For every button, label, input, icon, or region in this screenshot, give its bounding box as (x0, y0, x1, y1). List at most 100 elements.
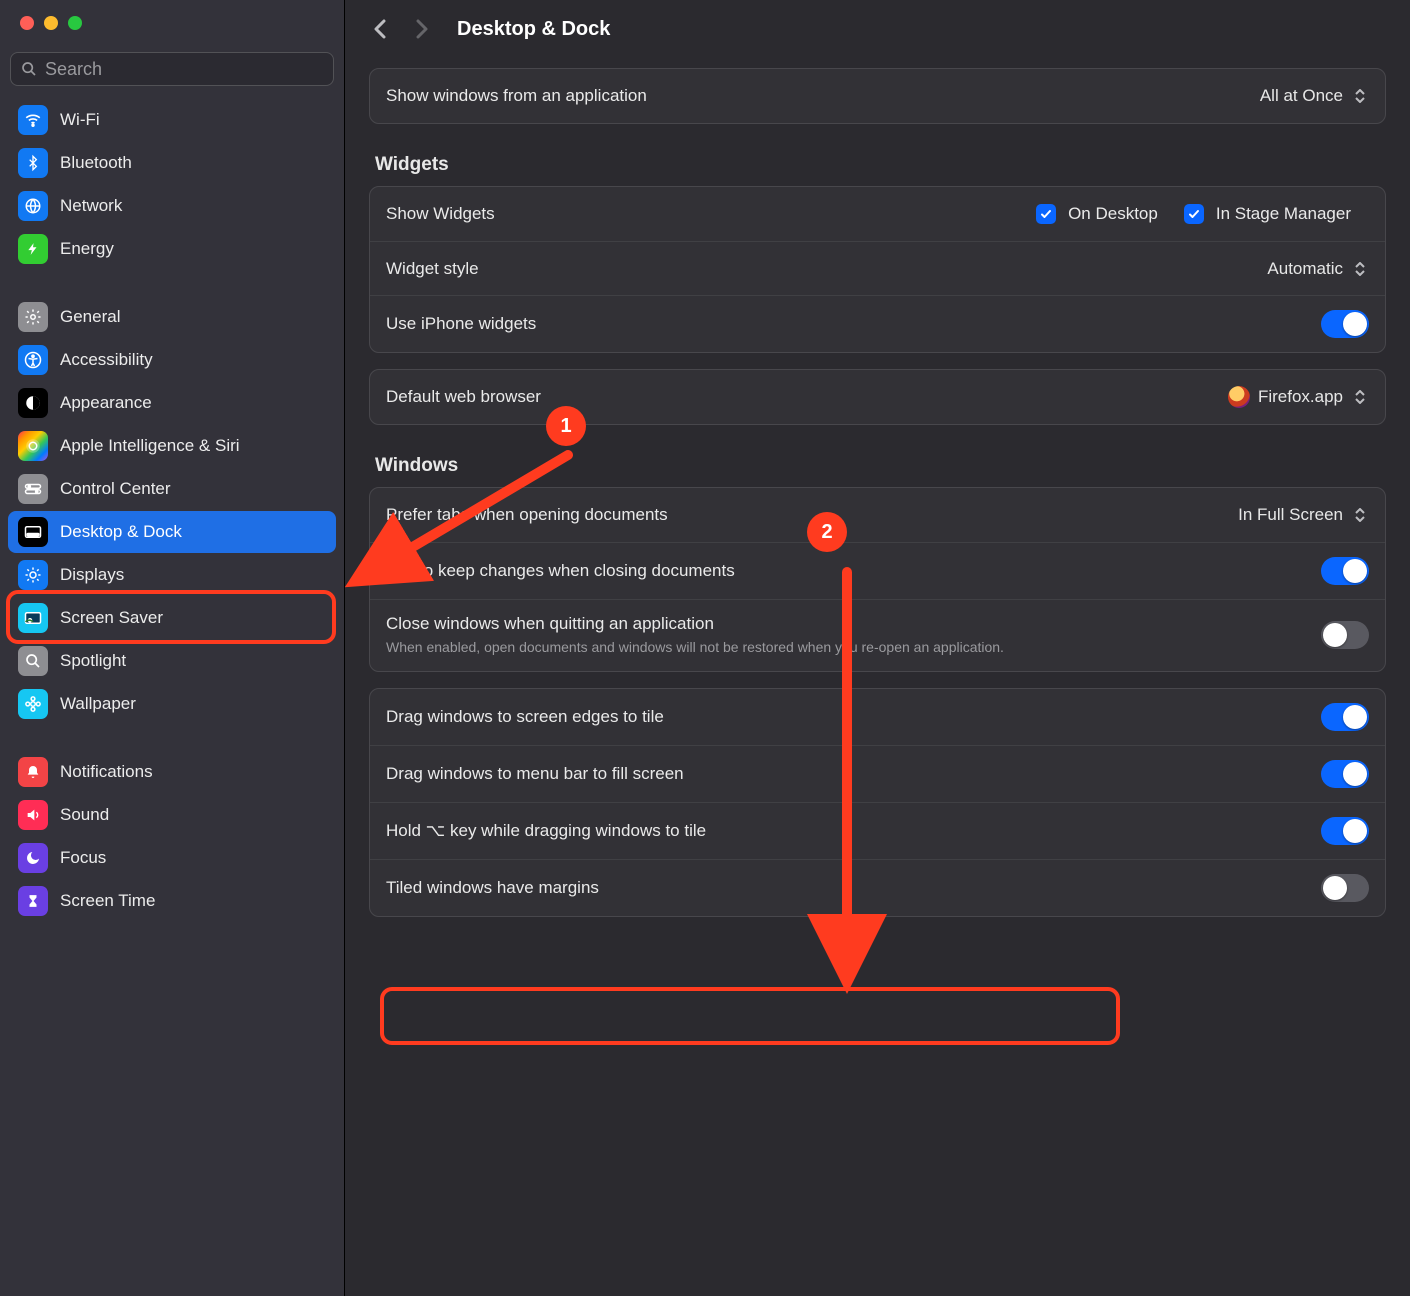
sidebar-item-label: Sound (60, 805, 109, 825)
hourglass-icon (18, 886, 48, 916)
sidebar-item-appearance[interactable]: Appearance (8, 382, 336, 424)
sidebar-item-focus[interactable]: Focus (8, 837, 336, 879)
sidebar-item-label: Energy (60, 239, 114, 259)
sidebar-item-notifications[interactable]: Notifications (8, 751, 336, 793)
accessibility-icon (18, 345, 48, 375)
sidebar-item-network[interactable]: Network (8, 185, 336, 227)
sidebar-item-label: Screen Saver (60, 608, 163, 628)
row-show-windows-from-app: Show windows from an application All at … (370, 69, 1385, 123)
sidebar-item-displays[interactable]: Displays (8, 554, 336, 596)
card-windows-1: Prefer tabs when opening documents In Fu… (369, 487, 1386, 672)
sidebar-item-label: Wallpaper (60, 694, 136, 714)
bolt-icon (18, 234, 48, 264)
sidebar-item-bluetooth[interactable]: Bluetooth (8, 142, 336, 184)
sidebar-item-ai-siri[interactable]: Apple Intelligence & Siri (8, 425, 336, 467)
sound-icon (18, 800, 48, 830)
section-windows: Windows (375, 455, 1380, 477)
sidebar-item-label: Wi-Fi (60, 110, 100, 130)
flower-icon (18, 689, 48, 719)
popup-default-browser[interactable]: Firefox.app (1228, 386, 1369, 408)
row-prefer-tabs: Prefer tabs when opening documents In Fu… (370, 488, 1385, 542)
sidebar-item-control-center[interactable]: Control Center (8, 468, 336, 510)
moon-icon (18, 843, 48, 873)
toggle-ask-keep-changes[interactable] (1321, 557, 1369, 585)
sidebar-item-label: Desktop & Dock (60, 522, 182, 542)
stepper-icon (1351, 508, 1369, 522)
siri-icon (18, 431, 48, 461)
popup-widget-style[interactable]: Automatic (1267, 259, 1369, 279)
section-widgets: Widgets (375, 154, 1380, 176)
stepper-icon (1351, 89, 1369, 103)
row-widget-style: Widget style Automatic (370, 241, 1385, 295)
switches-icon (18, 474, 48, 504)
sun-icon (18, 560, 48, 590)
bluetooth-icon (18, 148, 48, 178)
nav-forward-button[interactable] (407, 14, 437, 44)
sidebar-item-screen-time[interactable]: Screen Time (8, 880, 336, 922)
screensaver-icon (18, 603, 48, 633)
sidebar-item-label: Notifications (60, 762, 153, 782)
gear-icon (18, 302, 48, 332)
sidebar-item-accessibility[interactable]: Accessibility (8, 339, 336, 381)
search-input[interactable] (10, 52, 334, 86)
sidebar-item-desktop-dock[interactable]: Desktop & Dock (8, 511, 336, 553)
toggle-close-on-quit[interactable] (1321, 621, 1369, 649)
sidebar-item-spotlight[interactable]: Spotlight (8, 640, 336, 682)
row-drag-menubar: Drag windows to menu bar to fill screen (370, 745, 1385, 802)
appearance-icon (18, 388, 48, 418)
row-ask-keep-changes: Ask to keep changes when closing documen… (370, 542, 1385, 599)
sidebar-item-general[interactable]: General (8, 296, 336, 338)
search-icon (18, 646, 48, 676)
page-title: Desktop & Dock (457, 18, 610, 41)
sidebar-item-screen-saver[interactable]: Screen Saver (8, 597, 336, 639)
sidebar-item-label: Bluetooth (60, 153, 132, 173)
checkbox-on-desktop[interactable] (1036, 204, 1056, 224)
nav-back-button[interactable] (365, 14, 395, 44)
sidebar-item-label: Spotlight (60, 651, 126, 671)
sidebar-item-label: Network (60, 196, 122, 216)
checkbox-in-stage-manager[interactable] (1184, 204, 1204, 224)
stepper-icon (1351, 390, 1369, 404)
sidebar-item-label: Displays (60, 565, 124, 585)
sidebar-item-sound[interactable]: Sound (8, 794, 336, 836)
popup-prefer-tabs[interactable]: In Full Screen (1238, 505, 1369, 525)
stepper-icon (1351, 262, 1369, 276)
checkbox-label: In Stage Manager (1216, 204, 1351, 224)
label: Show windows from an application (386, 86, 1260, 106)
row-show-widgets: Show Widgets On DesktopIn Stage Manager (370, 187, 1385, 241)
wifi-icon (18, 105, 48, 135)
toggle-drag-edges[interactable] (1321, 703, 1369, 731)
maximize-icon[interactable] (68, 16, 82, 30)
row-iphone-widgets: Use iPhone widgets (370, 295, 1385, 352)
minimize-icon[interactable] (44, 16, 58, 30)
content-area: Desktop & Dock Show windows from an appl… (345, 0, 1410, 1296)
row-hold-option: Hold ⌥ key while dragging windows to til… (370, 802, 1385, 859)
card-default-browser: Default web browser Firefox.app (369, 369, 1386, 425)
toggle-hold-option[interactable] (1321, 817, 1369, 845)
search-icon (21, 61, 37, 77)
firefox-icon (1228, 386, 1250, 408)
bell-icon (18, 757, 48, 787)
header: Desktop & Dock (345, 0, 1410, 58)
card-widgets: Show Widgets On DesktopIn Stage Manager … (369, 186, 1386, 353)
toggle-tiled-margins[interactable] (1321, 874, 1369, 902)
toggle-drag-menubar[interactable] (1321, 760, 1369, 788)
checkbox-label: On Desktop (1068, 204, 1158, 224)
close-icon[interactable] (20, 16, 34, 30)
sidebar-item-label: General (60, 307, 120, 327)
row-close-on-quit: Close windows when quitting an applicati… (370, 599, 1385, 671)
sidebar-item-energy[interactable]: Energy (8, 228, 336, 270)
sidebar-item-label: Focus (60, 848, 106, 868)
window-controls (0, 16, 344, 30)
sidebar-item-wifi[interactable]: Wi-Fi (8, 99, 336, 141)
sidebar-item-label: Control Center (60, 479, 171, 499)
dock-icon (18, 517, 48, 547)
sidebar: Wi-Fi Bluetooth Network Energy General Access… (0, 0, 345, 1296)
sidebar-item-label: Apple Intelligence & Siri (60, 436, 240, 456)
popup-show-windows-from-app[interactable]: All at Once (1260, 86, 1369, 106)
sidebar-item-wallpaper[interactable]: Wallpaper (8, 683, 336, 725)
toggle-iphone-widgets[interactable] (1321, 310, 1369, 338)
sidebar-list: Wi-Fi Bluetooth Network Energy General Access… (0, 98, 344, 1296)
globe-icon (18, 191, 48, 221)
row-default-browser: Default web browser Firefox.app (370, 370, 1385, 424)
